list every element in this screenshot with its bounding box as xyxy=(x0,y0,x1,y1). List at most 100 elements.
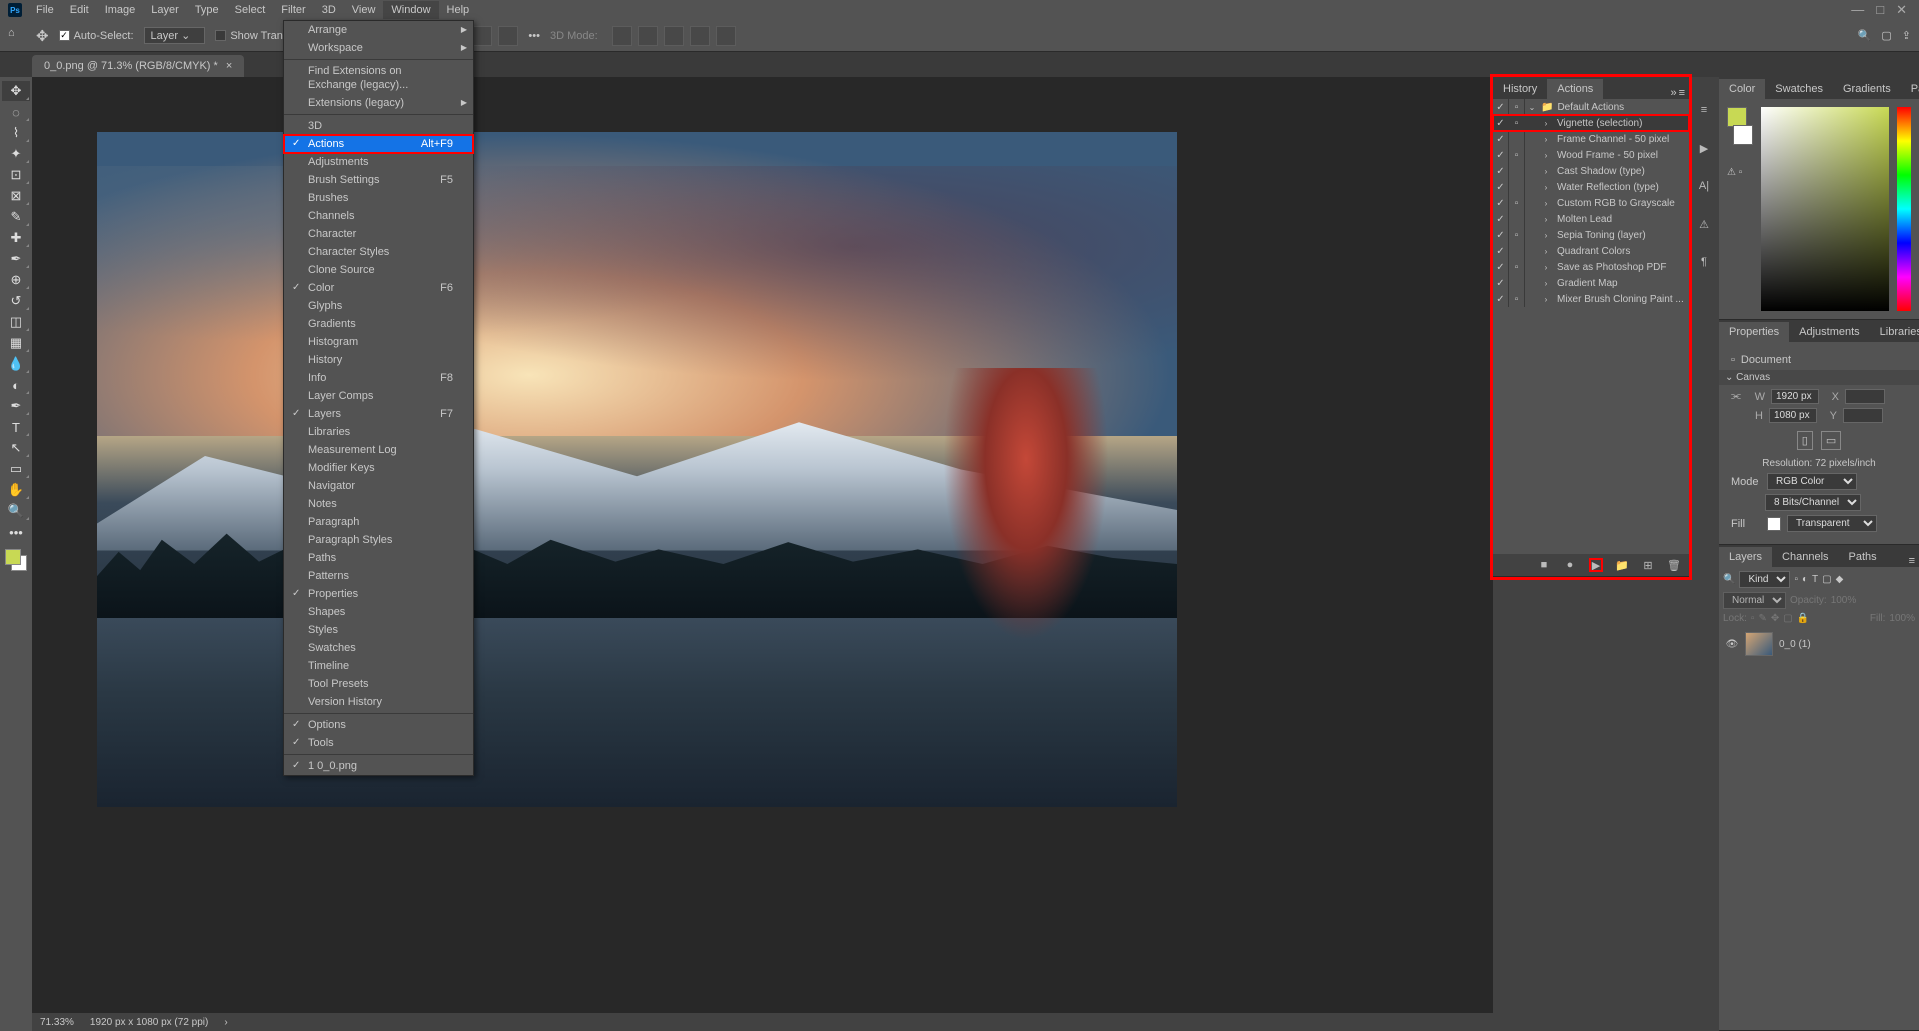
action-set-row[interactable]: ✓▫ ⌄📁 Default Actions xyxy=(1493,99,1689,115)
shape-tool[interactable]: ▭ xyxy=(2,459,30,479)
crop-tool[interactable]: ⊡ xyxy=(2,165,30,185)
fill-select[interactable]: Transparent xyxy=(1787,515,1877,532)
fg-color[interactable] xyxy=(1727,107,1747,127)
icon-3d[interactable] xyxy=(612,26,632,46)
panel-menu-icon[interactable]: ≡ xyxy=(1679,87,1685,99)
maximize-icon[interactable]: □ xyxy=(1876,2,1884,18)
landscape-icon[interactable]: ▭ xyxy=(1821,431,1841,450)
menu-item-color[interactable]: ✓ColorF6 xyxy=(284,279,473,297)
menu-type[interactable]: Type xyxy=(187,1,227,19)
icon-3d[interactable] xyxy=(664,26,684,46)
frame-tool[interactable]: ⊠ xyxy=(2,186,30,206)
lock-icon[interactable]: ▫ xyxy=(1751,613,1755,624)
link-icon[interactable]: ⫘ xyxy=(1731,390,1745,403)
share-icon[interactable]: ⇪ xyxy=(1902,29,1911,42)
zoom-tool[interactable]: 🔍 xyxy=(2,501,30,521)
align-icon[interactable] xyxy=(498,26,518,46)
menu-item-character[interactable]: Character xyxy=(284,225,473,243)
action-item[interactable]: ✓▫›Wood Frame - 50 pixel xyxy=(1493,147,1689,163)
menu-view[interactable]: View xyxy=(344,1,384,19)
auto-select-mode[interactable]: Layer ⌄ xyxy=(144,27,206,44)
menu-item-navigator[interactable]: Navigator xyxy=(284,477,473,495)
x-input[interactable] xyxy=(1845,389,1885,404)
wand-tool[interactable]: ✦ xyxy=(2,144,30,164)
tab-patterns[interactable]: Patterns xyxy=(1901,79,1919,99)
menu-item-1-0-0-png[interactable]: ✓1 0_0.png xyxy=(284,757,473,775)
char-icon[interactable]: A| xyxy=(1695,177,1713,195)
stop-icon[interactable]: ■ xyxy=(1537,558,1551,572)
document-tab[interactable]: 0_0.png @ 71.3% (RGB/8/CMYK) *× xyxy=(32,55,244,77)
filter-icon[interactable]: ▫ xyxy=(1794,574,1798,585)
menu-item-paragraph-styles[interactable]: Paragraph Styles xyxy=(284,531,473,549)
action-item[interactable]: ✓▫›Vignette (selection) xyxy=(1493,115,1689,131)
menu-item-version-history[interactable]: Version History xyxy=(284,693,473,711)
layer-thumbnail[interactable] xyxy=(1745,632,1773,656)
menu-item-tools[interactable]: ✓Tools xyxy=(284,734,473,752)
menu-item-tool-presets[interactable]: Tool Presets xyxy=(284,675,473,693)
menu-select[interactable]: Select xyxy=(227,1,274,19)
menu-item-gradients[interactable]: Gradients xyxy=(284,315,473,333)
brush-tool[interactable]: ✒ xyxy=(2,249,30,269)
eyedropper-tool[interactable]: ✎ xyxy=(2,207,30,227)
move-tool[interactable]: ✥ xyxy=(2,81,30,101)
menu-item-patterns[interactable]: Patterns xyxy=(284,567,473,585)
tab-actions[interactable]: Actions xyxy=(1547,79,1603,99)
tab-layers[interactable]: Layers xyxy=(1719,547,1772,567)
menu-image[interactable]: Image xyxy=(97,1,144,19)
search-icon[interactable]: 🔍 xyxy=(1858,29,1872,42)
menu-item-info[interactable]: InfoF8 xyxy=(284,369,473,387)
type-tool[interactable]: T xyxy=(2,417,30,437)
play-icon[interactable]: ▶ xyxy=(1589,558,1603,572)
canvas-section[interactable]: ⌄ Canvas xyxy=(1719,370,1919,385)
bits-select[interactable]: 8 Bits/Channel xyxy=(1765,494,1861,511)
menu-item-channels[interactable]: Channels xyxy=(284,207,473,225)
path-tool[interactable]: ↖ xyxy=(2,438,30,458)
menu-item-brushes[interactable]: Brushes xyxy=(284,189,473,207)
menu-item-libraries[interactable]: Libraries xyxy=(284,423,473,441)
layer-row[interactable]: 👁 0_0 (1) xyxy=(1723,628,1915,660)
auto-select-checkbox[interactable]: ✓Auto-Select: xyxy=(59,30,134,42)
menu-filter[interactable]: Filter xyxy=(273,1,313,19)
tab-paths[interactable]: Paths xyxy=(1839,547,1887,567)
menu-item-extensions-legacy-[interactable]: Extensions (legacy)▶ xyxy=(284,94,473,112)
icon-3d[interactable] xyxy=(690,26,710,46)
menu-item-notes[interactable]: Notes xyxy=(284,495,473,513)
menu-item-layer-comps[interactable]: Layer Comps xyxy=(284,387,473,405)
zoom-level[interactable]: 71.33% xyxy=(40,1017,74,1028)
action-item[interactable]: ✓›Molten Lead xyxy=(1493,211,1689,227)
record-icon[interactable]: ● xyxy=(1563,558,1577,572)
align-icon[interactable] xyxy=(472,26,492,46)
icon-3d[interactable] xyxy=(638,26,658,46)
menu-item-arrange[interactable]: Arrange▶ xyxy=(284,21,473,39)
lock-icon[interactable]: ▢ xyxy=(1783,613,1792,624)
play-side-icon[interactable]: ▶ xyxy=(1695,139,1713,157)
menu-item-find-extensions-on-exchange-legacy-[interactable]: Find Extensions on Exchange (legacy)... xyxy=(284,62,473,94)
color-field[interactable] xyxy=(1761,107,1889,311)
eraser-tool[interactable]: ◫ xyxy=(2,312,30,332)
tab-color[interactable]: Color xyxy=(1719,79,1765,99)
marquee-tool[interactable]: ◌ xyxy=(2,102,30,122)
filter-icon[interactable]: ◐ xyxy=(1802,574,1808,585)
warn-icon[interactable]: ⚠ xyxy=(1695,215,1713,233)
menu-item-3d[interactable]: 3D xyxy=(284,117,473,135)
new-set-icon[interactable]: 📁 xyxy=(1615,558,1629,572)
menu-item-clone-source[interactable]: Clone Source xyxy=(284,261,473,279)
close-tab-icon[interactable]: × xyxy=(226,60,232,72)
filter-icon[interactable]: T xyxy=(1812,574,1818,585)
menu-item-workspace[interactable]: Workspace▶ xyxy=(284,39,473,57)
edit-toolbar[interactable]: ••• xyxy=(2,522,30,542)
menu-file[interactable]: File xyxy=(28,1,62,19)
lasso-tool[interactable]: ⌇ xyxy=(2,123,30,143)
lock-icon[interactable]: 🔒 xyxy=(1797,613,1809,624)
fill-swatch[interactable] xyxy=(1767,517,1781,531)
panel-menu-icon[interactable]: ≡ xyxy=(1905,555,1919,567)
healing-tool[interactable]: ✚ xyxy=(2,228,30,248)
menu-item-adjustments[interactable]: Adjustments xyxy=(284,153,473,171)
menu-item-timeline[interactable]: Timeline xyxy=(284,657,473,675)
menu-window[interactable]: Window xyxy=(383,1,438,19)
layer-filter[interactable]: Kind xyxy=(1739,571,1790,588)
history-brush-tool[interactable]: ↺ xyxy=(2,291,30,311)
action-item[interactable]: ✓▫›Save as Photoshop PDF xyxy=(1493,259,1689,275)
mode-select[interactable]: RGB Color xyxy=(1767,473,1857,490)
color-swatches[interactable] xyxy=(5,549,27,571)
